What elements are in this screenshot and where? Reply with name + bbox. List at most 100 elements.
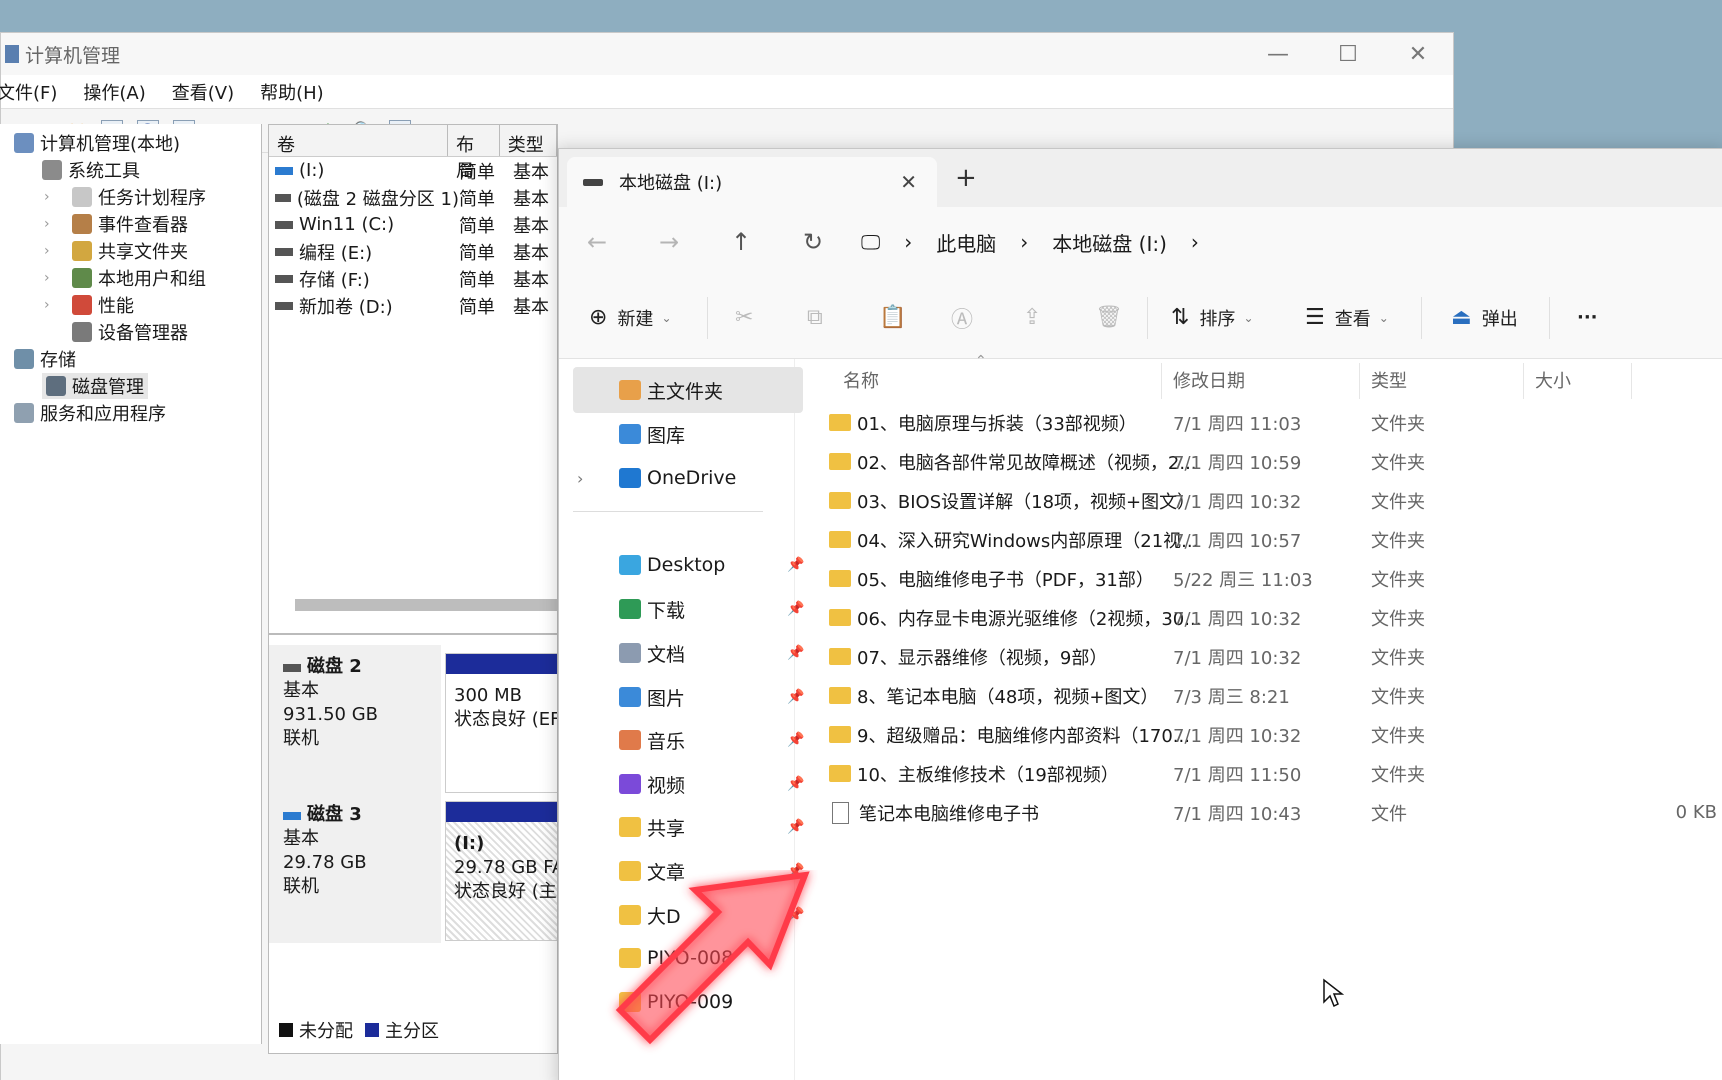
volume-row[interactable]: Win11 (C:) 简单 基本 <box>269 211 557 238</box>
tree-item[interactable]: 设备管理器 <box>72 319 188 345</box>
file-row[interactable]: 8、笔记本电脑（48项，视频+图文） 7/3 周三 8:21 文件夹 <box>799 674 1722 717</box>
sidebar-item[interactable]: 视频 📌 <box>573 761 804 807</box>
menu-action[interactable]: 操作(A) <box>83 79 145 105</box>
copy-button[interactable]: ⧉ <box>807 305 833 330</box>
volume-row[interactable]: (磁盘 2 磁盘分区 1) 简单 基本 <box>269 184 557 211</box>
sidebar-item[interactable]: 图库 <box>573 411 803 457</box>
tree-item[interactable]: › 本地用户和组 <box>44 265 206 291</box>
paste-button[interactable]: 📋 <box>879 305 916 330</box>
maximize-button[interactable]: ☐ <box>1313 33 1383 75</box>
tree-item[interactable]: › 共享文件夹 <box>44 238 188 264</box>
users-icon <box>72 268 92 288</box>
sidebar-item[interactable]: Desktop 📌 <box>573 542 804 588</box>
file-row[interactable]: 笔记本电脑维修电子书 7/1 周四 10:43 文件 0 KB <box>799 791 1722 834</box>
sidebar-item[interactable]: 下载 📌 <box>573 586 804 632</box>
menu-view[interactable]: 查看(V) <box>172 79 234 105</box>
cm-window-controls: — ☐ ✕ <box>1243 33 1453 75</box>
back-icon[interactable]: ← <box>587 228 607 256</box>
minimize-button[interactable]: — <box>1243 33 1313 75</box>
file-row[interactable]: 07、显示器维修（视频，9部） 7/1 周四 10:32 文件夹 <box>799 635 1722 678</box>
file-row[interactable]: 05、电脑维修电子书（PDF，31部） 5/22 周三 11:03 文件夹 <box>799 557 1722 600</box>
col-type[interactable]: 类型 <box>1371 359 1407 401</box>
volume-row[interactable]: 编程 (E:) 简单 基本 <box>269 238 557 265</box>
file-row[interactable]: 03、BIOS设置详解（18项，视频+图文） 7/1 周四 10:32 文件夹 <box>799 479 1722 522</box>
chevron-right-icon[interactable]: › <box>577 469 583 488</box>
forward-icon[interactable]: → <box>659 228 679 256</box>
disk-2[interactable]: 磁盘 2 基本 931.50 GB 联机 300 MB 状态良好 (EFI <box>269 645 557 795</box>
file-row[interactable]: 06、内存显卡电源光驱维修（2视频，30... 7/1 周四 10:32 文件夹 <box>799 596 1722 639</box>
volume-row[interactable]: 新加卷 (D:) 简单 基本 <box>269 292 557 319</box>
this-pc-icon[interactable]: 🖵 <box>861 230 880 254</box>
tree-item[interactable]: 磁盘管理 <box>42 373 148 399</box>
menu-file[interactable]: 文件(F) <box>0 79 57 105</box>
sidebar-item[interactable]: 共享 📌 <box>573 804 804 850</box>
file-row[interactable]: 01、电脑原理与拆装（33部视频） 7/1 周四 11:03 文件夹 <box>799 401 1722 444</box>
tree-item[interactable]: 服务和应用程序 <box>14 400 166 426</box>
file-row[interactable]: 10、主板维修技术（19部视频） 7/1 周四 11:50 文件夹 <box>799 752 1722 795</box>
chevron-right-icon[interactable]: › <box>44 297 50 313</box>
disk-2-partition[interactable]: 300 MB 状态良好 (EFI <box>445 653 557 793</box>
tree-item[interactable]: 存储 <box>14 346 76 372</box>
eject-button[interactable]: ⏏ 弹出 <box>1451 305 1518 331</box>
col-date[interactable]: 修改日期 <box>1173 359 1245 401</box>
tree-item-label: 存储 <box>40 350 76 371</box>
disk-legend: 未分配 主分区 <box>279 1017 439 1043</box>
refresh-icon[interactable]: ↻ <box>803 228 823 256</box>
chevron-right-icon[interactable]: › <box>44 270 50 286</box>
breadcrumb-this-pc[interactable]: 此电脑 <box>936 228 996 257</box>
breadcrumb-local-disk[interactable]: 本地磁盘 (I:) <box>1052 228 1167 257</box>
chevron-right-icon[interactable]: › <box>44 243 50 259</box>
sidebar-item[interactable]: 图片 📌 <box>573 674 804 720</box>
volume-row[interactable]: (I:) 简单 基本 <box>269 157 557 184</box>
tab-local-disk[interactable]: 本地磁盘 (I:) ✕ <box>567 157 937 207</box>
volume-list: 卷 布局 类型 (I:) 简单 基本 (磁盘 2 磁盘分区 1) 简单 基本 Win11 (… <box>268 124 558 634</box>
file-name: 笔记本电脑维修电子书 <box>859 803 1039 825</box>
disk-2-kind: 基本 <box>283 680 319 701</box>
new-button[interactable]: ⊕ 新建 ⌄ <box>589 305 672 331</box>
col-volume[interactable]: 卷 <box>269 125 449 156</box>
col-name[interactable]: 名称 <box>843 359 879 401</box>
sidebar-item[interactable]: 音乐 📌 <box>573 717 804 763</box>
col-layout[interactable]: 布局 <box>448 125 500 182</box>
col-size[interactable]: 大小 <box>1535 359 1571 401</box>
sidebar-item[interactable]: 文档 📌 <box>573 630 804 676</box>
file-row[interactable]: 02、电脑各部件常见故障概述（视频，2... 7/1 周四 10:59 文件夹 <box>799 440 1722 483</box>
close-button[interactable]: ✕ <box>1383 33 1453 75</box>
tree-item[interactable]: › 性能 <box>44 292 134 318</box>
col-type[interactable]: 类型 <box>500 125 557 156</box>
file-row[interactable]: 04、深入研究Windows内部原理（21视... 7/1 周四 10:57 文件夹 <box>799 518 1722 561</box>
breadcrumb-sep-icon[interactable]: › <box>904 230 912 254</box>
tree-item[interactable]: › 事件查看器 <box>44 211 188 237</box>
tree-item[interactable]: 计算机管理(本地) <box>14 130 180 156</box>
new-tab-button[interactable]: + <box>955 163 977 193</box>
sidebar-item-label: 音乐 <box>647 730 686 753</box>
sort-label: 排序 <box>1199 308 1236 330</box>
drive-icon <box>583 178 603 186</box>
delete-button[interactable]: 🗑 <box>1095 305 1133 330</box>
sort-button[interactable]: ⇅ 排序 ⌄ <box>1171 305 1254 331</box>
cut-button[interactable]: ✂ <box>735 305 763 330</box>
rename-button[interactable]: Ⓐ <box>951 302 983 334</box>
horizontal-scrollbar[interactable] <box>295 599 557 611</box>
breadcrumb-sep-icon[interactable]: › <box>1020 230 1028 254</box>
volume-row[interactable]: 存储 (F:) 简单 基本 <box>269 265 557 292</box>
share-button[interactable]: ⇪ <box>1023 305 1051 330</box>
file-type: 文件夹 <box>1371 647 1425 669</box>
chevron-right-icon[interactable]: › <box>44 216 50 232</box>
sidebar-item[interactable]: 主文件夹 <box>573 367 803 413</box>
disk-3[interactable]: 磁盘 3 基本 29.78 GB 联机 (I:) 29.78 GB FA 状态良… <box>269 793 557 943</box>
folder-icon <box>829 531 851 548</box>
menu-help[interactable]: 帮助(H) <box>260 79 324 105</box>
more-options-button[interactable]: ··· <box>1577 307 1598 328</box>
sidebar-item[interactable]: › OneDrive <box>573 455 803 501</box>
tree-item[interactable]: › 任务计划程序 <box>44 184 206 210</box>
view-button[interactable]: ☰ 查看 ⌄ <box>1305 305 1389 331</box>
chevron-right-icon[interactable]: › <box>44 189 50 205</box>
breadcrumb-sep-icon[interactable]: › <box>1191 230 1199 254</box>
tree-item[interactable]: 系统工具 <box>42 157 140 183</box>
close-tab-icon[interactable]: ✕ <box>900 170 917 194</box>
disk-3-partition[interactable]: (I:) 29.78 GB FA 状态良好 (主 <box>445 801 557 941</box>
file-row[interactable]: 9、超级赠品：电脑维修内部资料（170... 7/1 周四 10:32 文件夹 <box>799 713 1722 756</box>
primary-swatch <box>365 1023 379 1037</box>
up-icon[interactable]: ↑ <box>731 228 751 256</box>
